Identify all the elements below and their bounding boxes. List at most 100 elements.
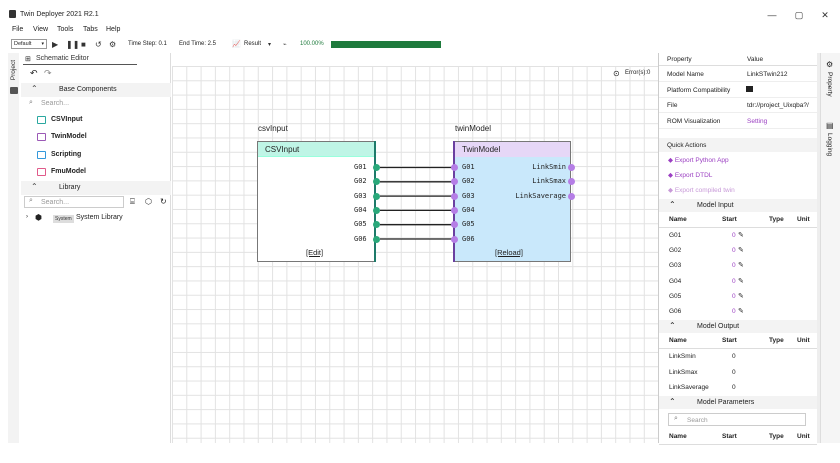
logging-tab[interactable]: Logging xyxy=(826,133,833,156)
export-python-app[interactable]: ◆ Export Python App xyxy=(668,156,729,164)
csv-port-label: G05 xyxy=(354,220,367,229)
csv-output-port[interactable] xyxy=(373,206,380,214)
table-header: Type xyxy=(769,216,784,223)
twin-input-label: G04 xyxy=(462,205,475,214)
chevron-up-icon: ⌃ xyxy=(669,200,676,209)
export-python-label: Export Python App xyxy=(674,157,729,164)
table-header: Type xyxy=(769,337,784,344)
quick-actions-title: Quick Actions xyxy=(667,142,707,149)
chevron-up-icon: ⌃ xyxy=(669,321,676,330)
csv-port-label: G02 xyxy=(354,177,367,186)
property-key: Model Name xyxy=(667,71,704,78)
property-key: Platform Compatibility xyxy=(667,86,731,94)
export-dtdl-label: Export DTDL xyxy=(674,172,713,179)
table-header: Name xyxy=(669,337,687,344)
property-value: Setting xyxy=(747,117,768,125)
table-row-name: G05 xyxy=(669,292,682,300)
twin-output-port[interactable] xyxy=(568,192,575,200)
property-header-row: Property Value xyxy=(659,53,817,66)
pencil-icon[interactable]: ✎ xyxy=(738,307,744,315)
gear-icon[interactable]: ⚙ xyxy=(826,60,833,69)
right-sidebar-strip xyxy=(820,53,840,443)
model-input-title: Model Input xyxy=(697,202,734,209)
twin-input-port[interactable] xyxy=(451,192,458,200)
twin-input-port[interactable] xyxy=(451,235,458,243)
twin-output-port[interactable] xyxy=(568,164,575,171)
table-row-start[interactable]: 0 xyxy=(732,308,736,315)
table-row-name: G06 xyxy=(669,308,682,315)
table-header: Start xyxy=(722,337,737,344)
parameters-search-input: Search xyxy=(687,417,708,424)
model-parameters-title: Model Parameters xyxy=(697,399,755,406)
pencil-icon[interactable]: ✎ xyxy=(738,246,744,254)
csv-output-port[interactable] xyxy=(373,235,380,243)
table-row-start[interactable]: 0 xyxy=(732,293,736,300)
twin-input-label: G05 xyxy=(462,220,475,229)
table-row-start[interactable]: 0 xyxy=(732,278,736,285)
csv-output-port[interactable] xyxy=(373,192,380,200)
model-parameters-header[interactable]: ⌃ Model Parameters xyxy=(659,396,817,409)
twin-input-label: G06 xyxy=(462,234,475,243)
twin-input-label: G02 xyxy=(462,177,475,186)
pencil-icon[interactable]: ✎ xyxy=(738,277,744,285)
property-row[interactable]: ROM Visualization Setting xyxy=(659,114,817,129)
table-row-start[interactable]: 0 xyxy=(732,232,736,239)
table-header: Type xyxy=(769,433,784,440)
twin-input-port[interactable] xyxy=(451,206,458,214)
table-row-start[interactable]: 0 xyxy=(732,384,736,391)
chevron-up-icon: ⌃ xyxy=(669,397,676,406)
export-compiled-label: Export compiled twin xyxy=(674,187,735,194)
pencil-icon[interactable]: ✎ xyxy=(738,292,744,300)
table-row-name: G03 xyxy=(669,262,682,270)
property-col-header: Property xyxy=(667,56,692,63)
pencil-icon[interactable]: ✎ xyxy=(738,231,744,239)
table-row-name: LinkSmin xyxy=(669,353,696,360)
table-header: Start xyxy=(722,216,737,223)
property-row[interactable]: Model Name LinkSTwin212 xyxy=(659,67,817,82)
twin-input-label: G01 xyxy=(462,163,475,171)
table-header: Unit xyxy=(797,337,810,344)
export-compiled-twin[interactable]: ◆ Export compiled twin xyxy=(668,186,735,194)
table-row-start[interactable]: 0 xyxy=(732,353,736,360)
csv-port-label: G03 xyxy=(354,191,367,200)
table-header: Unit xyxy=(797,433,810,440)
property-tab[interactable]: Property xyxy=(826,72,833,97)
property-value: tdr://project_Uixqba?/ xyxy=(747,102,809,109)
table-row-start[interactable]: 0 xyxy=(732,262,736,269)
property-key: ROM Visualization xyxy=(667,117,721,125)
csv-port-label: G06 xyxy=(354,234,367,243)
twin-input-port[interactable] xyxy=(451,164,458,171)
csv-output-port[interactable] xyxy=(373,164,380,171)
export-dtdl[interactable]: ◆ Export DTDL xyxy=(668,171,712,179)
table-row-start[interactable]: 0 xyxy=(732,247,736,254)
table-header: Unit xyxy=(797,216,810,223)
parameters-search-box[interactable]: ⌕ Search xyxy=(668,413,806,426)
table-row-name: G04 xyxy=(669,277,682,285)
table-row-start[interactable]: 0 xyxy=(732,369,736,376)
property-row[interactable]: Platform Compatibility xyxy=(659,83,817,98)
table-divider xyxy=(659,227,817,228)
model-output-title: Model Output xyxy=(697,323,740,330)
windows-icon xyxy=(746,86,753,92)
value-col-header: Value xyxy=(747,56,764,63)
pencil-icon[interactable]: ✎ xyxy=(738,261,744,269)
table-row-name: LinkSaverage xyxy=(669,384,709,391)
table-row-name: G02 xyxy=(669,247,682,255)
model-input-header[interactable]: ⌃ Model Input xyxy=(659,199,817,212)
table-divider xyxy=(659,348,817,349)
table-header: Name xyxy=(669,433,687,440)
property-value: LinkSTwin212 xyxy=(747,71,788,78)
table-row-name: LinkSmax xyxy=(669,368,698,376)
twin-output-label: LinkSmin xyxy=(532,163,566,171)
csv-port-label: G01 xyxy=(354,163,367,171)
quick-actions-header: Quick Actions xyxy=(659,138,817,152)
model-output-header[interactable]: ⌃ Model Output xyxy=(659,320,817,333)
table-header: Name xyxy=(669,216,687,223)
table-header: Start xyxy=(722,433,737,440)
log-icon[interactable]: ▤ xyxy=(826,121,834,130)
csv-port-label: G04 xyxy=(354,205,367,214)
property-row[interactable]: File tdr://project_Uixqba?/ xyxy=(659,98,817,113)
twin-input-label: G03 xyxy=(462,191,475,200)
property-key: File xyxy=(667,102,678,109)
search-icon: ⌕ xyxy=(674,415,678,422)
